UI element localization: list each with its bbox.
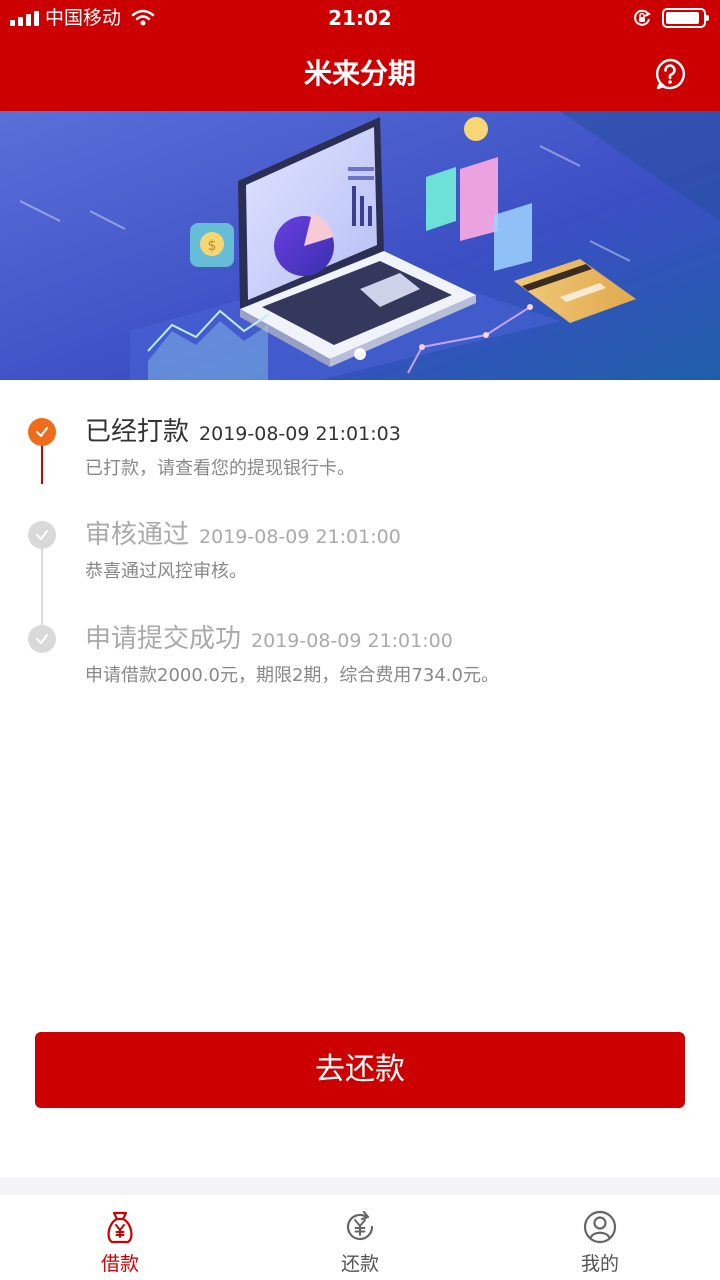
laptop-finance-illustration: $ <box>0 111 720 380</box>
rotation-lock-icon <box>634 9 651 26</box>
check-icon <box>36 427 48 437</box>
svg-text:$: $ <box>208 238 217 254</box>
question-bubble-icon <box>655 58 685 90</box>
step-time: 2019-08-09 21:01:00 <box>199 526 401 548</box>
status-bar: 中国移动 21:02 <box>0 0 720 36</box>
timeline-dot <box>28 625 56 653</box>
step-description: 申请借款2000.0元，期限2期，综合费用734.0元。 <box>85 665 499 686</box>
timeline-connector-active <box>41 444 43 484</box>
step-title: 审核通过 <box>85 520 190 550</box>
page-title: 米来分期 <box>303 57 416 90</box>
status-time: 21:02 <box>328 6 392 30</box>
timeline-dot-current <box>28 418 56 446</box>
step-title: 申请提交成功 <box>85 624 242 654</box>
tabbar-separator <box>0 1177 720 1195</box>
tab-bar: 借款 还款 我的 <box>0 1195 720 1280</box>
help-button[interactable] <box>654 58 686 90</box>
app-header: 中国移动 21:02 米来分期 <box>0 0 720 111</box>
check-icon <box>36 530 48 540</box>
check-icon <box>36 634 48 644</box>
step-description: 恭喜通过风控审核。 <box>85 561 247 582</box>
timeline-dot <box>28 521 56 549</box>
timeline-connector <box>41 548 43 626</box>
tab-label: 我的 <box>580 1253 619 1275</box>
step-description: 已打款，请查看您的提现银行卡。 <box>85 458 355 479</box>
step-time: 2019-08-09 21:01:03 <box>199 423 401 445</box>
tab-repay[interactable]: 还款 <box>240 1195 480 1280</box>
banner: $ <box>0 111 720 380</box>
timeline-step: 审核通过 2019-08-09 21:01:00 恭喜通过风控审核。 <box>85 517 705 587</box>
status-timeline: 已经打款 2019-08-09 21:01:03 已打款，请查看您的提现银行卡。 … <box>0 380 720 710</box>
repay-button[interactable]: 去还款 <box>35 1032 685 1108</box>
tab-borrow[interactable]: 借款 <box>0 1195 240 1280</box>
timeline-step: 申请提交成功 2019-08-09 21:01:00 申请借款2000.0元，期限… <box>85 621 705 691</box>
step-time: 2019-08-09 21:01:00 <box>251 630 453 652</box>
battery-icon <box>662 8 709 28</box>
step-title: 已经打款 <box>85 417 190 447</box>
tab-label: 还款 <box>340 1253 379 1275</box>
timeline-step: 已经打款 2019-08-09 21:01:03 已打款，请查看您的提现银行卡。 <box>85 414 705 484</box>
status-right <box>632 8 709 28</box>
tab-label: 借款 <box>100 1253 139 1275</box>
yuan-refresh-icon <box>346 1210 374 1241</box>
user-circle-icon <box>583 1210 617 1244</box>
battery-level-fill <box>666 12 700 24</box>
money-bag-icon <box>107 1211 133 1244</box>
tab-mine[interactable]: 我的 <box>480 1195 720 1280</box>
